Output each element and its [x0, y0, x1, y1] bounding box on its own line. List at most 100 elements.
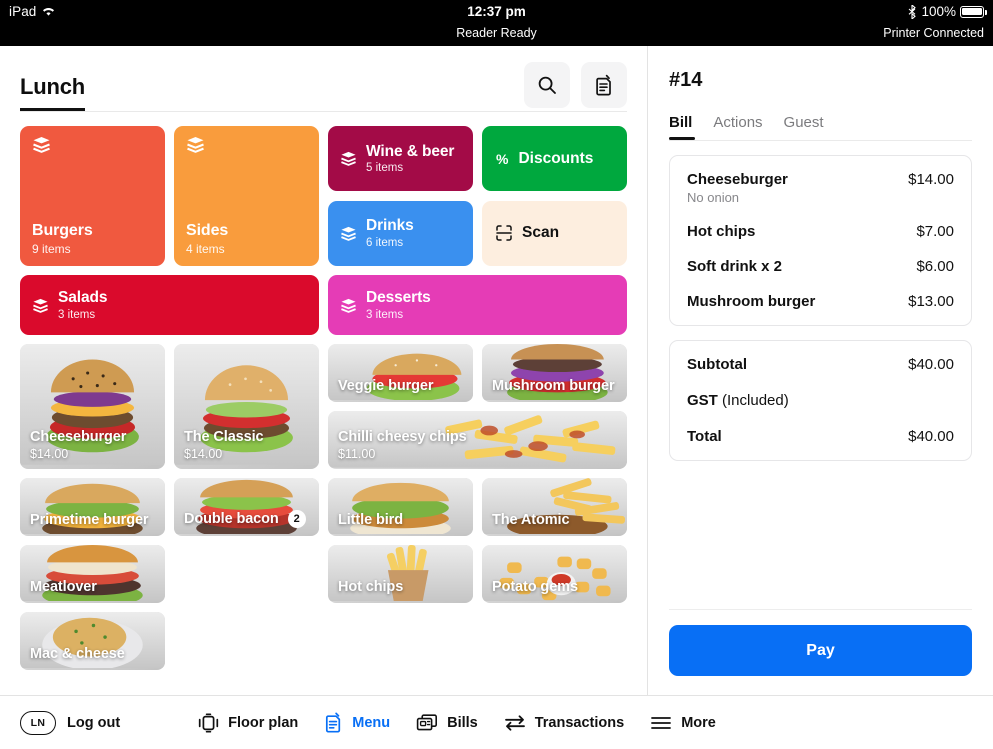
page-title[interactable]: Lunch: [20, 74, 85, 111]
bill-item-price: $13.00: [908, 293, 954, 310]
nav-label: Transactions: [534, 714, 625, 731]
nav-label: More: [681, 714, 716, 731]
bill-item-info: Mushroom burger: [687, 293, 815, 310]
product-name: Little bird: [338, 512, 403, 528]
bottom-navigation: LN Log out Floor plan Menu Bills Transac…: [0, 695, 993, 749]
product-name: Veggie burger: [338, 378, 434, 394]
product-name: Meatlover: [30, 579, 97, 595]
product-tile-cheeseburger[interactable]: Ch Cheeseburger $14.00: [20, 344, 165, 469]
discounts-button[interactable]: % Discounts: [482, 126, 627, 191]
product-tile-mac-and-cheese[interactable]: Mac & cheese: [20, 612, 165, 670]
category-tile-sides[interactable]: Sides 4 items: [174, 126, 319, 266]
category-name: Burgers: [32, 221, 93, 239]
product-price: $14.00: [30, 447, 69, 461]
reader-status: Reader Ready: [456, 26, 537, 40]
stack-icon: [186, 136, 307, 153]
nav-label: Floor plan: [228, 714, 299, 731]
stack-icon: [340, 151, 357, 166]
notes-button[interactable]: [581, 62, 627, 108]
product-tile-veggie-burger[interactable]: Veggie burger: [328, 344, 473, 402]
category-name: Sides: [186, 221, 229, 239]
bill-line-item[interactable]: Soft drink x 2 $6.00: [687, 258, 954, 275]
order-number: #14: [669, 69, 703, 91]
logout-button[interactable]: LN Log out: [20, 710, 121, 735]
product-tile-potato-gems[interactable]: Potato gems: [482, 545, 627, 603]
category-tile-desserts[interactable]: Desserts 3 items: [328, 275, 627, 335]
category-name: Wine & beer: [366, 142, 455, 160]
product-name: The Atomic: [492, 512, 570, 528]
bill-line-item[interactable]: Cheeseburger No onion $14.00: [687, 171, 954, 205]
product-tile-primetime-burger[interactable]: Primetime burger: [20, 478, 165, 536]
product-tile-hot-chips[interactable]: Hot chips: [328, 545, 473, 603]
product-tile-little-bird[interactable]: Little bird: [328, 478, 473, 536]
menu-header-buttons: [524, 62, 627, 108]
category-count: 3 items: [366, 308, 404, 321]
quantity-badge: 2: [287, 510, 306, 528]
bill-item-price: $6.00: [916, 258, 954, 275]
tab-actions[interactable]: Actions: [713, 114, 762, 140]
hamburger-icon: [650, 715, 672, 731]
nav-item-transactions[interactable]: Transactions: [504, 714, 624, 732]
nav-item-more[interactable]: More: [650, 715, 716, 731]
category-tile-burgers[interactable]: Burgers 9 items: [20, 126, 165, 266]
nav-item-floor-plan[interactable]: Floor plan: [198, 712, 299, 733]
tab-guest[interactable]: Guest: [784, 114, 824, 140]
app-body: Lunch Burgers 9 items Sides 4 items Wine…: [0, 46, 993, 695]
notes-icon: [594, 74, 614, 96]
bill-totals-card: Subtotal $40.00 GST (Included) Total $40…: [669, 340, 972, 461]
bills-icon: [416, 713, 438, 732]
product-tile-the-atomic[interactable]: The Atomic: [482, 478, 627, 536]
product-tile-mushroom-burger[interactable]: Mushroom burger: [482, 344, 627, 402]
category-tile-salads[interactable]: Salads 3 items: [20, 275, 319, 335]
tabs-divider: [669, 140, 972, 141]
gst-label: GST (Included): [687, 392, 789, 409]
logout-label: Log out: [67, 714, 121, 731]
percent-icon: %: [496, 150, 509, 167]
search-icon: [537, 75, 557, 95]
scan-label: Scan: [522, 224, 560, 241]
nav-item-bills[interactable]: Bills: [416, 713, 478, 732]
category-grid: Burgers 9 items Sides 4 items Wine & bee…: [20, 126, 627, 335]
order-pane: #14 Bill Actions Guest Cheeseburger No o…: [648, 46, 993, 695]
category-labels: Sides 4 items: [186, 222, 307, 256]
tab-bill[interactable]: Bill: [669, 114, 692, 140]
bill-item-name: Hot chips: [687, 223, 756, 240]
category-tile-wine-beer[interactable]: Wine & beer 5 items: [328, 126, 473, 191]
menu-pane: Lunch Burgers 9 items Sides 4 items Wine…: [0, 46, 648, 695]
printer-status: Printer Connected: [883, 26, 984, 40]
scan-button[interactable]: Scan: [482, 200, 627, 266]
category-labels: Salads 3 items: [58, 289, 107, 321]
product-tile-meatlover[interactable]: Meatlover: [20, 545, 165, 603]
bill-item-price: $7.00: [916, 223, 954, 240]
battery-icon: [960, 5, 987, 18]
product-price: $14.00: [184, 447, 223, 461]
product-tile-double-bacon[interactable]: Double bacon 2: [174, 478, 319, 536]
status-right: 100%: [908, 4, 987, 19]
menu-scroll-area[interactable]: Burgers 9 items Sides 4 items Wine & bee…: [0, 112, 647, 695]
stack-icon: [340, 226, 357, 241]
product-tile-chilli-cheesy-chips[interactable]: Chilli cheesy chips $11.00: [328, 411, 627, 469]
category-count: 9 items: [32, 242, 71, 256]
bill-line-item[interactable]: Hot chips $7.00: [687, 223, 954, 240]
gst-label-text: GST: [687, 392, 718, 409]
total-row: Total $40.00: [687, 428, 954, 445]
pay-button[interactable]: Pay: [669, 625, 972, 676]
product-name: Hot chips: [338, 579, 404, 595]
product-name: Chilli cheesy chips: [338, 429, 467, 445]
search-button[interactable]: [524, 62, 570, 108]
order-spacer: [669, 461, 972, 609]
category-tile-drinks[interactable]: Drinks 6 items: [328, 200, 473, 266]
subtotal-label: Subtotal: [687, 356, 747, 373]
battery-percent: 100%: [921, 4, 956, 19]
nav-item-menu[interactable]: Menu: [324, 712, 390, 733]
bill-item-modifier: No onion: [687, 190, 740, 205]
floorplan-icon: [198, 712, 219, 733]
avatar: LN: [20, 710, 56, 735]
product-name: Primetime burger: [30, 512, 149, 528]
product-tile-the-classic[interactable]: Th The Classic $14.00: [174, 344, 319, 469]
product-name: The Classic: [184, 429, 264, 445]
category-count: 3 items: [58, 308, 96, 321]
bill-item-price: $14.00: [908, 171, 954, 188]
bill-line-item[interactable]: Mushroom burger $13.00: [687, 293, 954, 310]
product-name: Cheeseburger: [30, 429, 127, 445]
